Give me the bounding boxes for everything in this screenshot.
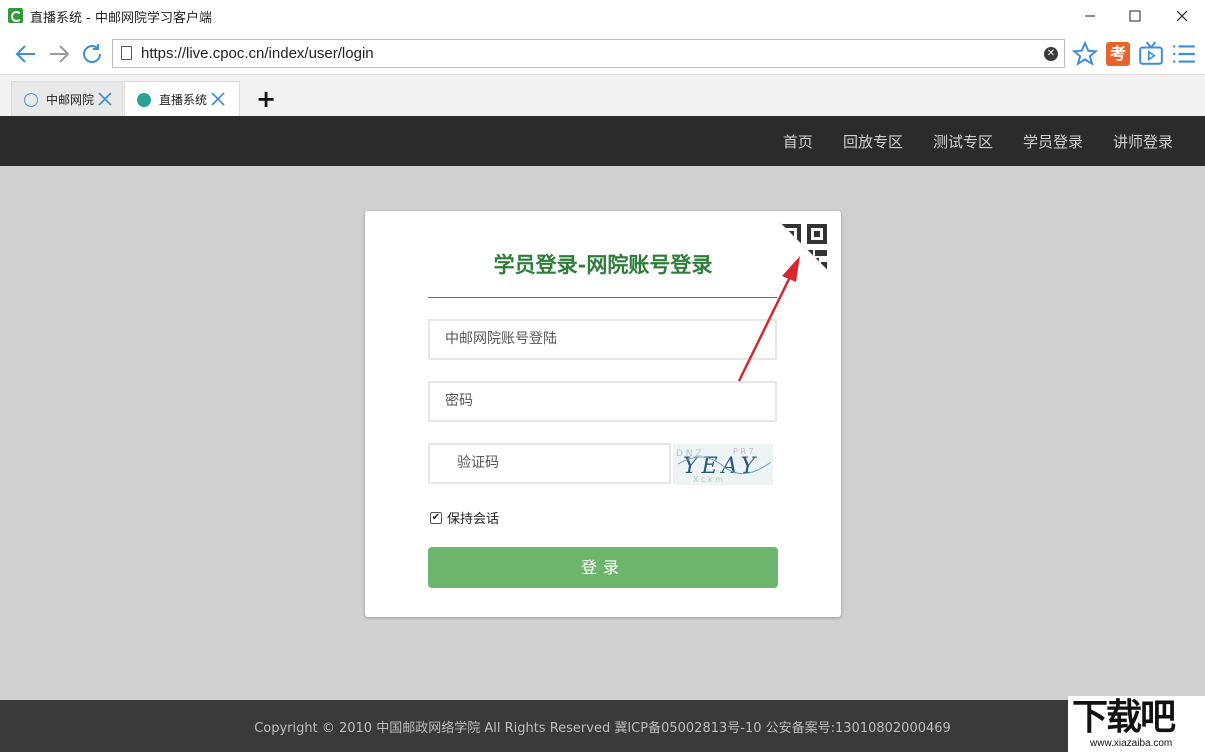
star-icon xyxy=(1072,41,1098,67)
menu-icon xyxy=(1171,41,1197,67)
nav-replay-link[interactable]: 回放专区 xyxy=(843,131,903,152)
tab-bar: 中邮网院 直播系统 + xyxy=(0,74,1205,116)
live-icon xyxy=(137,93,151,107)
maximize-icon xyxy=(1129,10,1141,22)
captcha-graphic: D N Z P R 7 X c k m YEAY xyxy=(673,444,773,485)
tab-label: 直播系统 xyxy=(159,91,207,108)
favorite-button[interactable] xyxy=(1072,41,1098,67)
close-button[interactable] xyxy=(1159,0,1205,32)
forward-button[interactable] xyxy=(46,41,72,67)
close-icon xyxy=(211,92,225,106)
refresh-button[interactable] xyxy=(79,41,105,67)
nav-student-login-link[interactable]: 学员登录 xyxy=(1023,131,1083,152)
app-logo-icon xyxy=(8,8,23,23)
minimize-button[interactable] xyxy=(1067,0,1113,32)
close-icon xyxy=(1176,10,1188,22)
account-input[interactable]: 中邮网院账号登陆 xyxy=(428,319,777,360)
title-divider xyxy=(428,297,777,298)
login-title: 学员登录-网院账号登录 xyxy=(365,249,841,279)
refresh-icon xyxy=(80,42,104,66)
nav-home-link[interactable]: 首页 xyxy=(783,131,813,152)
tab-close-button[interactable] xyxy=(98,92,114,108)
site-nav: 首页 回放专区 测试专区 学员登录 讲师登录 xyxy=(783,116,1173,166)
arrow-right-icon xyxy=(47,42,71,66)
clear-url-icon[interactable]: ✕ xyxy=(1044,47,1058,61)
watermark-site: www.xiazaiba.com xyxy=(1090,738,1172,749)
page-icon xyxy=(121,46,132,60)
tab-close-button[interactable] xyxy=(211,92,227,108)
minimize-icon xyxy=(1084,10,1096,22)
tab-live-system[interactable]: 直播系统 xyxy=(124,81,240,117)
globe-icon xyxy=(24,93,38,107)
site-header: 首页 回放专区 测试专区 学员登录 讲师登录 xyxy=(0,116,1205,166)
kao-button[interactable]: 考 xyxy=(1105,41,1131,67)
remember-session[interactable]: ✔ 保持会话 xyxy=(430,508,499,527)
watermark-logo: 下载吧 www.xiazaiba.com xyxy=(1068,696,1205,752)
page-body: 学员登录-网院账号登录 中邮网院账号登陆 密码 验证码 D N Z P R 7 … xyxy=(0,166,1205,700)
tv-icon xyxy=(1138,41,1164,67)
maximize-button[interactable] xyxy=(1112,0,1158,32)
login-button[interactable]: 登录 xyxy=(428,547,778,588)
close-icon xyxy=(98,92,112,106)
browser-toolbar: https://live.cpoc.cn/index/user/login ✕ … xyxy=(0,32,1205,74)
tab-zhongyou[interactable]: 中邮网院 xyxy=(11,81,123,117)
kao-icon: 考 xyxy=(1106,42,1130,66)
remember-checkbox[interactable]: ✔ xyxy=(430,512,442,524)
login-card: 学员登录-网院账号登录 中邮网院账号登陆 密码 验证码 D N Z P R 7 … xyxy=(365,211,841,617)
remember-label: 保持会话 xyxy=(447,508,499,527)
password-input[interactable]: 密码 xyxy=(428,381,777,422)
nav-teacher-login-link[interactable]: 讲师登录 xyxy=(1113,131,1173,152)
new-tab-button[interactable]: + xyxy=(256,87,276,111)
tab-label: 中邮网院 xyxy=(46,91,94,108)
site-footer: Copyright © 2010 中国邮政网络学院 All Rights Res… xyxy=(0,700,1205,752)
captcha-input[interactable]: 验证码 xyxy=(428,443,671,484)
tv-button[interactable] xyxy=(1138,41,1164,67)
window-title: 直播系统 - 中邮网院学习客户端 xyxy=(30,7,212,26)
address-bar[interactable]: https://live.cpoc.cn/index/user/login ✕ xyxy=(112,39,1065,68)
back-button[interactable] xyxy=(13,41,39,67)
arrow-left-icon xyxy=(14,42,38,66)
captcha-image[interactable]: D N Z P R 7 X c k m YEAY xyxy=(673,444,773,485)
title-bar: 直播系统 - 中邮网院学习客户端 xyxy=(0,0,1205,32)
watermark-brand: 下载吧 xyxy=(1072,696,1174,740)
url-text[interactable]: https://live.cpoc.cn/index/user/login xyxy=(141,45,374,62)
copyright-text: Copyright © 2010 中国邮政网络学院 All Rights Res… xyxy=(0,717,1205,736)
menu-button[interactable] xyxy=(1171,41,1197,67)
nav-test-link[interactable]: 测试专区 xyxy=(933,131,993,152)
app-window: 直播系统 - 中邮网院学习客户端 https://live.cpoc.cn/in… xyxy=(0,0,1205,752)
